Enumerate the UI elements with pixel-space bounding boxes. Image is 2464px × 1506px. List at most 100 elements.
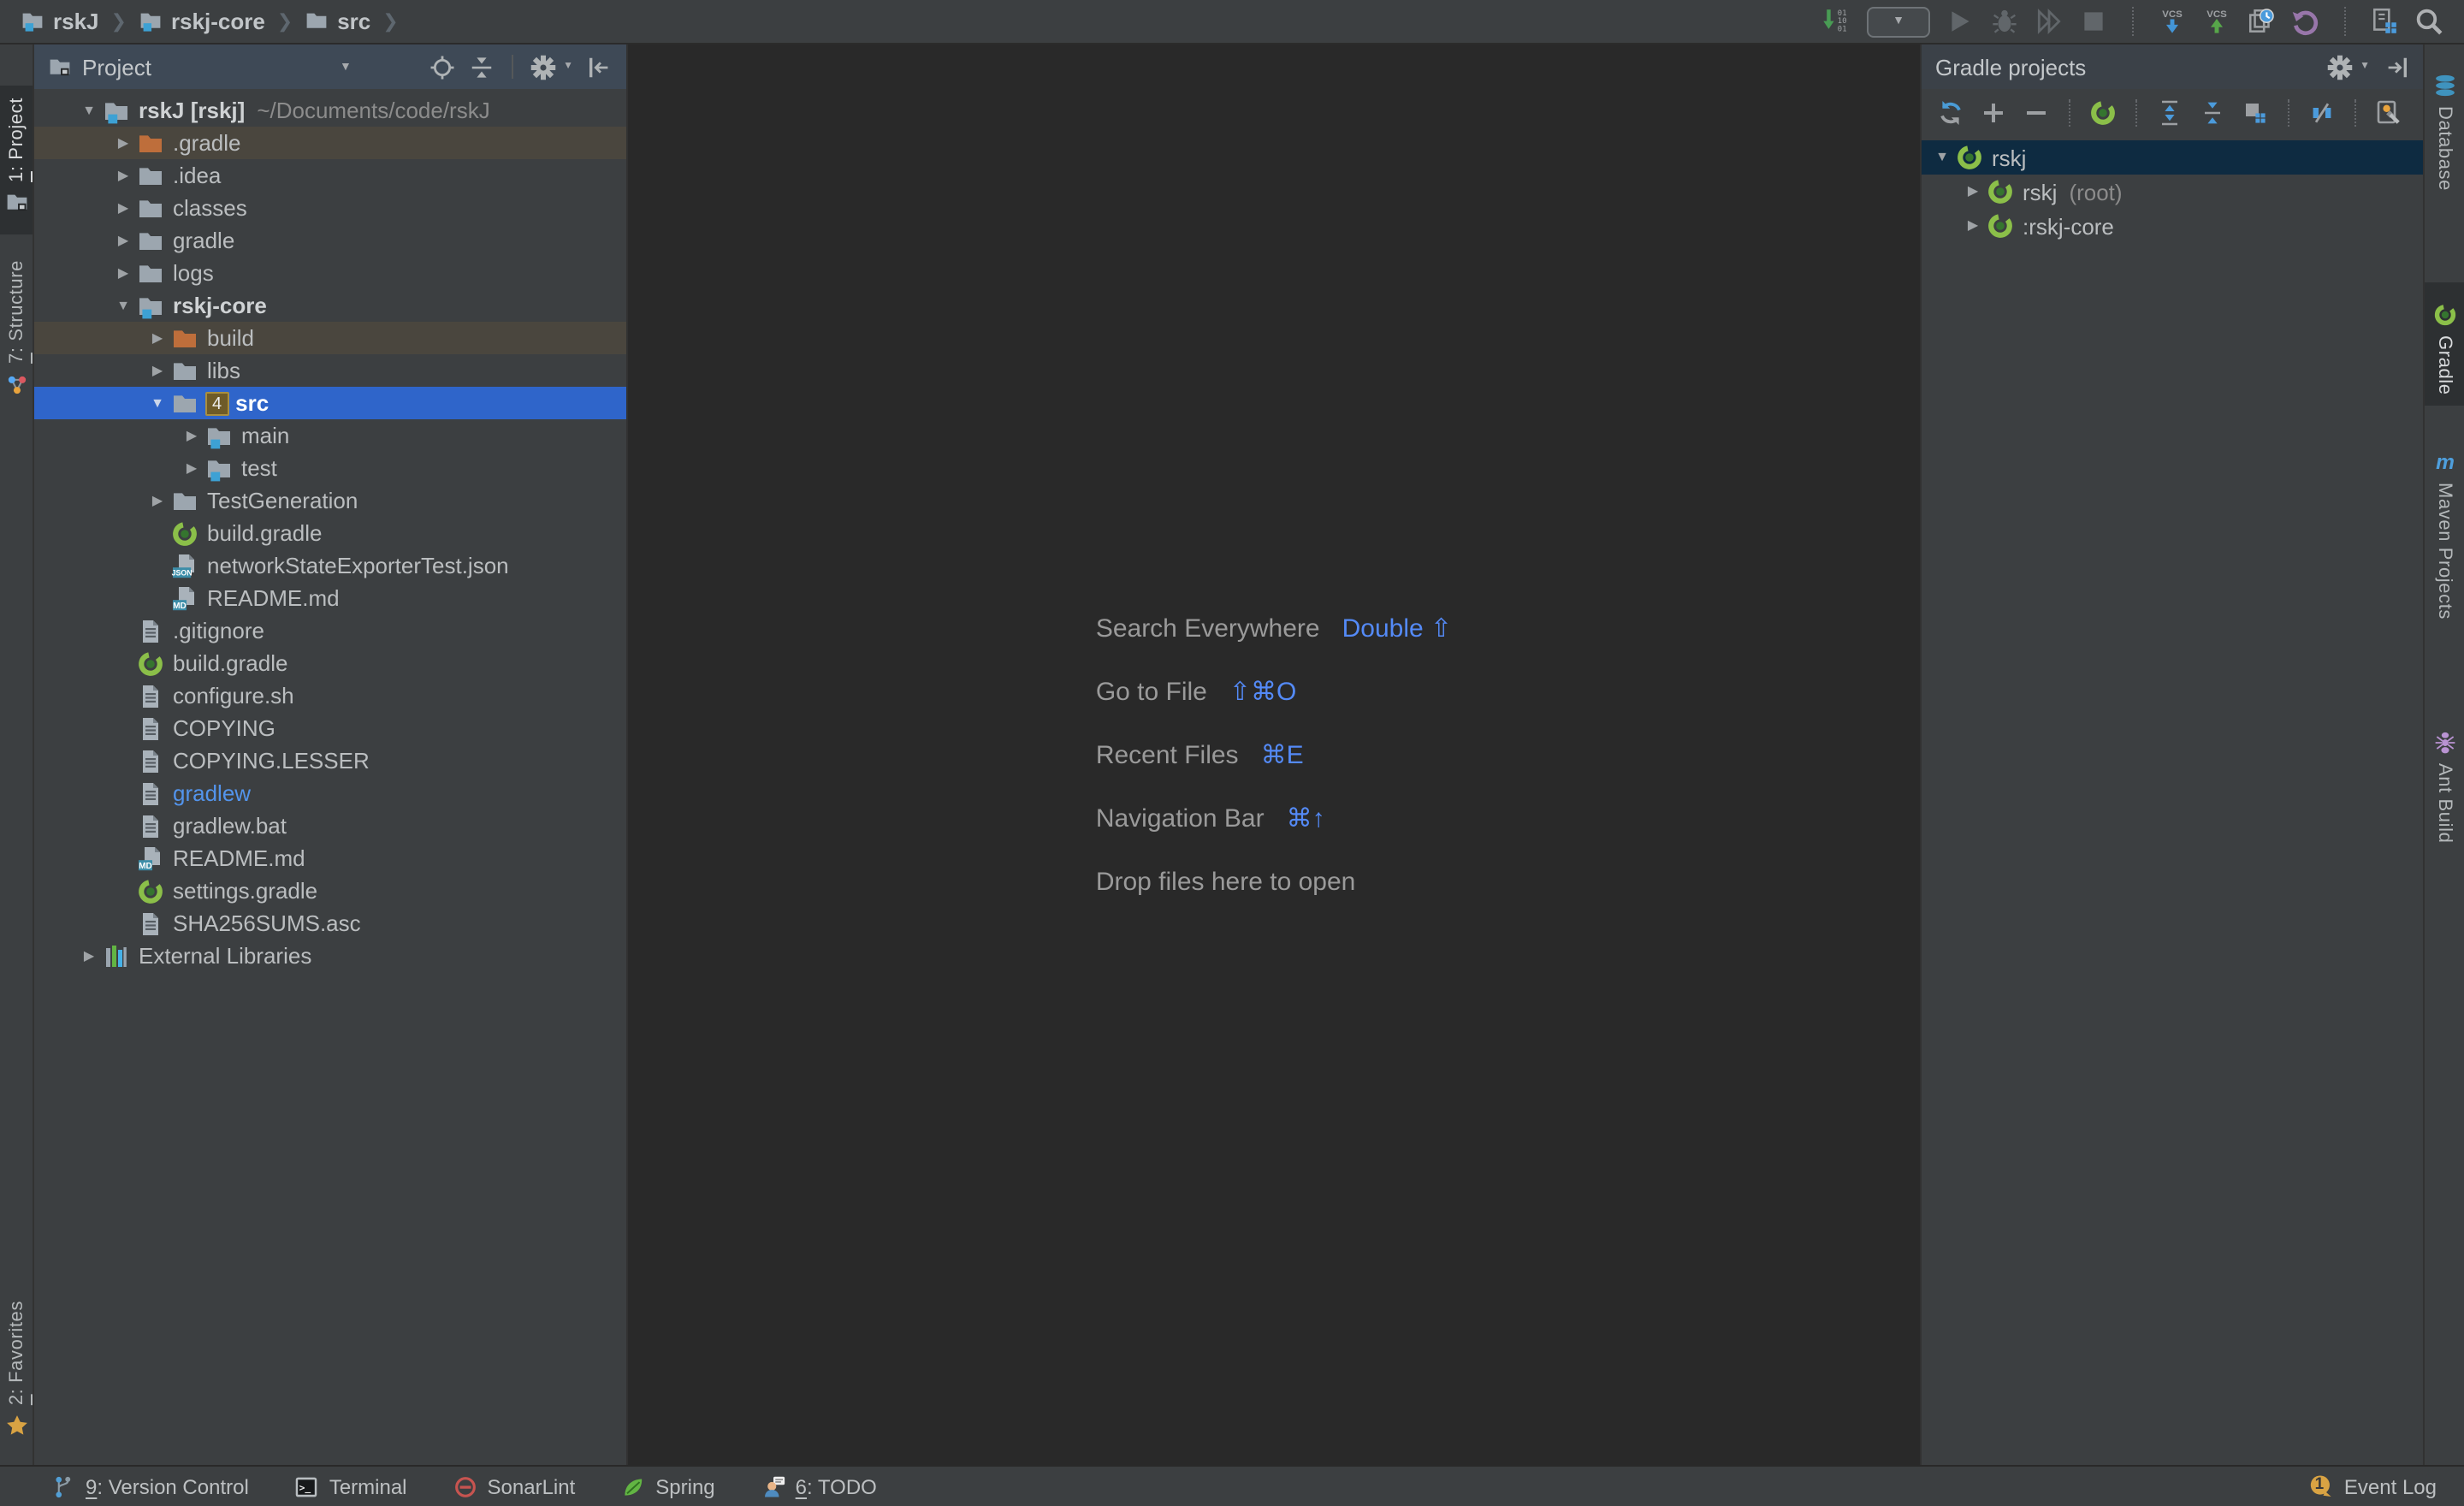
statusbar-item-label: Spring [655, 1474, 714, 1498]
expand-arrow-icon[interactable]: ▶ [178, 461, 205, 475]
expand-arrow-icon[interactable]: ▶ [110, 266, 137, 280]
run-with-coverage-button[interactable] [2035, 7, 2064, 36]
tool-stripe-tab-favorites[interactable]: 2: Favorites [0, 1289, 33, 1458]
project-tree-item-sha256sums-asc[interactable]: SHA256SUMS.asc [34, 907, 626, 940]
expand-arrow-icon[interactable]: ▶ [144, 331, 171, 345]
chevron-down-icon: ▼ [2360, 62, 2370, 72]
statusbar-event-log[interactable]: 1Event Log [2308, 1473, 2437, 1499]
debug-button[interactable] [1990, 7, 2019, 36]
project-tree-item-rskj-core[interactable]: ▼rskj-core [34, 289, 626, 322]
gradle-tree-item-rskj-core[interactable]: ▶:rskj-core [1922, 209, 2423, 243]
project-tree-item-gradlew[interactable]: gradlew [34, 777, 626, 809]
breadcrumb-item-src[interactable]: src [305, 9, 370, 34]
stop-button[interactable] [2079, 7, 2108, 36]
project-tree-item-gitignore[interactable]: .gitignore [34, 614, 626, 647]
run-config-combo[interactable]: ▼ [1867, 6, 1930, 37]
expand-arrow-icon[interactable]: ▶ [1959, 185, 1987, 199]
run-button[interactable] [1946, 7, 1975, 36]
vcs-commit-button[interactable]: VCS [2202, 7, 2231, 36]
vcs-update-button[interactable]: VCS [2158, 7, 2187, 36]
update-code-button[interactable]: 011001 [1822, 7, 1851, 36]
project-tree-item-gradle[interactable]: ▶.gradle [34, 127, 626, 159]
tree-item-label: main [241, 423, 289, 448]
breadcrumb-item-rskj-core[interactable]: rskj-core [139, 9, 265, 34]
project-tree-item-src[interactable]: ▼4src [34, 387, 626, 419]
expand-arrow-icon[interactable]: ▶ [75, 949, 103, 963]
collapse-arrow-icon[interactable]: ▼ [1928, 151, 1956, 164]
statusbar-item-sonarlint[interactable]: SonarLint [453, 1474, 576, 1498]
project-tree-item-rskj-rskj[interactable]: ▼rskJ [rskj]~/Documents/code/rskJ [34, 94, 626, 127]
search-everywhere-button[interactable] [2414, 7, 2443, 36]
project-tree-item-gradle[interactable]: ▶gradle [34, 224, 626, 257]
statusbar-item-todo[interactable]: 6: TODO [761, 1474, 877, 1498]
bookmark-badge: 4 [205, 391, 228, 415]
expand-arrow-icon[interactable]: ▶ [110, 201, 137, 215]
tool-stripe-tab-structure[interactable]: 7: Structure [0, 249, 33, 418]
project-tree-item-gradlew-bat[interactable]: gradlew.bat [34, 809, 626, 842]
project-tree-item-copying[interactable]: COPYING [34, 712, 626, 744]
project-tree-item-idea[interactable]: ▶.idea [34, 159, 626, 192]
project-tree-item-build[interactable]: ▶build [34, 322, 626, 354]
project-tree-item-copying-lesser[interactable]: COPYING.LESSER [34, 744, 626, 777]
expand-arrow-icon[interactable]: ▶ [144, 494, 171, 507]
collapse-arrow-icon[interactable]: ▼ [110, 299, 137, 312]
statusbar-item-terminal[interactable]: >_Terminal [295, 1474, 407, 1498]
settings-gear-button[interactable] [2327, 54, 2353, 80]
project-tree-item-main[interactable]: ▶ main [34, 419, 626, 452]
collapse-arrow-icon[interactable]: ▼ [144, 396, 171, 410]
project-tree-item-networkstateexportertest-json[interactable]: JSONnetworkStateExporterTest.json [34, 549, 626, 582]
detach-project-button[interactable] [2023, 98, 2050, 126]
tree-item-label: classes [173, 195, 247, 221]
expand-arrow-icon[interactable]: ▶ [178, 429, 205, 442]
project-tree-item-external-libraries[interactable]: ▶ External Libraries [34, 940, 626, 972]
project-tree-item-configure-sh[interactable]: configure.sh [34, 679, 626, 712]
settings-gear-button[interactable] [530, 54, 556, 80]
tool-stripe-tab-ant-build[interactable]: Ant Build [2425, 711, 2464, 856]
rollback-button[interactable] [2291, 7, 2320, 36]
source-folder-icon [205, 454, 233, 482]
gradle-button[interactable] [2089, 98, 2117, 126]
project-tree-item-build-gradle[interactable]: build.gradle [34, 517, 626, 549]
project-tree-item-classes[interactable]: ▶ classes [34, 192, 626, 224]
breadcrumb-item-rskj[interactable]: rskJ [21, 9, 99, 34]
expand-all-button[interactable] [2156, 98, 2183, 126]
attach-project-button[interactable] [1980, 98, 2007, 126]
gradle-tree-item-rskj[interactable]: ▶rskj(root) [1922, 175, 2423, 209]
gradle-tree-item-rskj[interactable]: ▼rskj [1922, 140, 2423, 175]
project-tree-item-readme-md[interactable]: MDREADME.md [34, 582, 626, 614]
tool-stripe-tab-gradle[interactable]: Gradle [2425, 282, 2464, 406]
tree-item-label: External Libraries [139, 943, 311, 969]
collapse-arrow-icon[interactable]: ▼ [75, 104, 103, 117]
collapse-all-button[interactable] [2199, 98, 2226, 126]
hide-right-button[interactable] [2384, 54, 2409, 80]
project-tree-item-testgeneration[interactable]: ▶TestGeneration [34, 484, 626, 517]
expand-arrow-icon[interactable]: ▶ [110, 136, 137, 150]
tool-stripe-tab-database[interactable]: Database [2425, 53, 2464, 203]
project-tree-item-readme-md[interactable]: MDREADME.md [34, 842, 626, 875]
project-tree-item-libs[interactable]: ▶libs [34, 354, 626, 387]
statusbar-item-spring[interactable]: Spring [621, 1474, 714, 1498]
tool-stripe-tab-project[interactable]: 1: Project [0, 86, 33, 235]
hide-left-button[interactable] [587, 54, 613, 80]
expand-arrow-icon[interactable]: ▶ [110, 234, 137, 247]
run-task-button[interactable] [2242, 98, 2269, 126]
offline-mode-button[interactable] [2308, 98, 2336, 126]
statusbar-item-version-control[interactable]: 9: Version Control [51, 1474, 249, 1498]
refresh-gradle-button[interactable] [1937, 98, 1964, 126]
project-structure-button[interactable] [2370, 7, 2399, 36]
expand-arrow-icon[interactable]: ▶ [1959, 219, 1987, 233]
project-tree-item-test[interactable]: ▶test [34, 452, 626, 484]
recent-changes-button[interactable] [2247, 7, 2276, 36]
collapse-all-button[interactable] [469, 54, 495, 80]
project-tree-item-logs[interactable]: ▶logs [34, 257, 626, 289]
tool-stripe-label: 2: Favorites [6, 1301, 27, 1405]
module-folder-icon [139, 8, 163, 32]
tool-stripe-tab-maven-projects[interactable]: mMaven Projects [2425, 430, 2464, 632]
project-view-dropdown[interactable]: ▼ [340, 61, 352, 73]
project-tree-item-settings-gradle[interactable]: settings.gradle [34, 875, 626, 907]
locate-button[interactable] [429, 54, 455, 80]
project-tree-item-build-gradle[interactable]: build.gradle [34, 647, 626, 679]
expand-arrow-icon[interactable]: ▶ [110, 169, 137, 182]
expand-arrow-icon[interactable]: ▶ [144, 364, 171, 377]
gradle-settings-button[interactable] [2375, 98, 2402, 126]
